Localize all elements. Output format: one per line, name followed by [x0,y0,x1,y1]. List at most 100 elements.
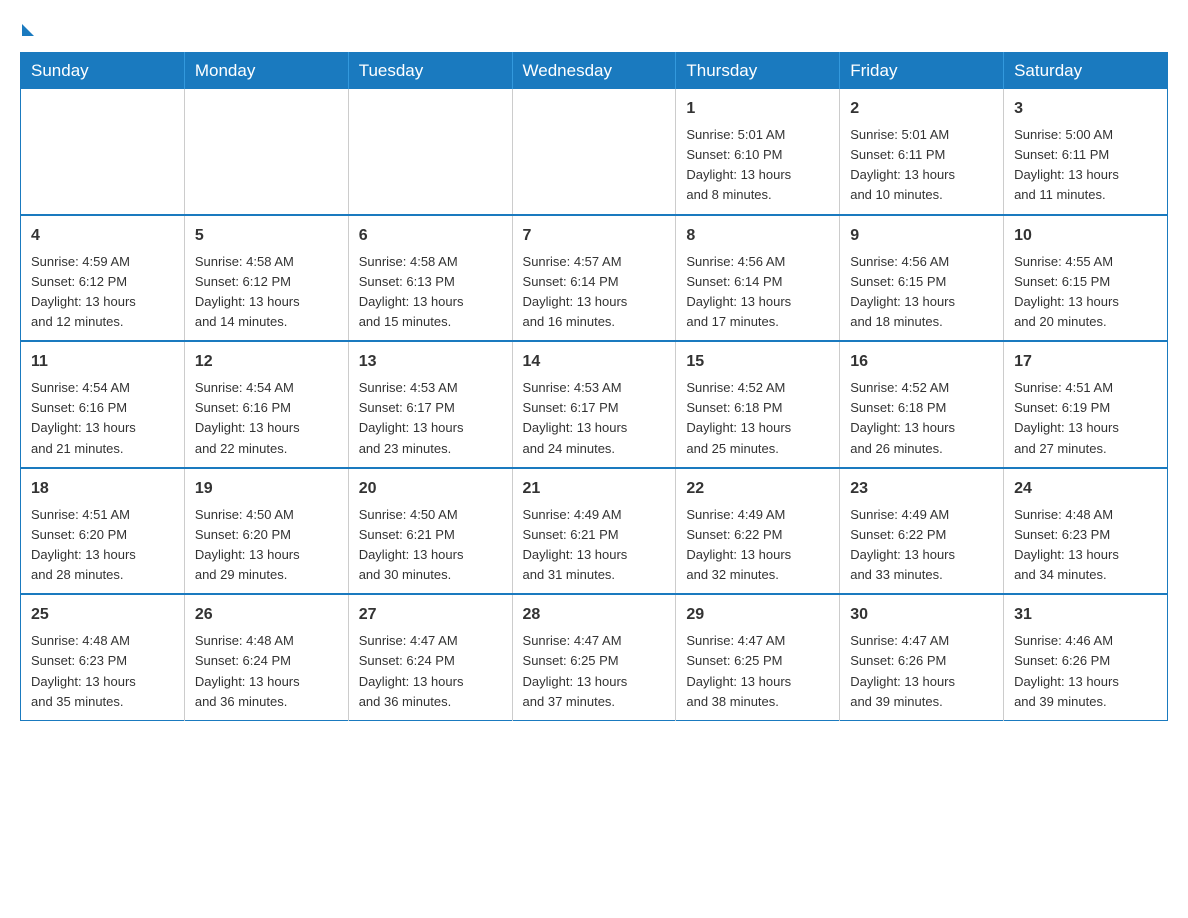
calendar-cell: 7Sunrise: 4:57 AM Sunset: 6:14 PM Daylig… [512,215,676,342]
logo-arrow-icon [22,24,34,36]
day-info-text: Sunrise: 4:58 AM Sunset: 6:12 PM Dayligh… [195,252,338,333]
day-info-text: Sunrise: 4:55 AM Sunset: 6:15 PM Dayligh… [1014,252,1157,333]
calendar-cell: 12 Sunrise: 4:54 AM Sunset: 6:16 PM Dayli… [184,341,348,468]
day-info-text: Sunrise: 4:50 AM Sunset: 6:21 PM Dayligh… [359,505,502,586]
day-of-week-header: Sunday [21,53,185,90]
calendar-cell: 22 Sunrise: 4:49 AM Sunset: 6:22 PM Dayli… [676,468,840,595]
day-of-week-header: Friday [840,53,1004,90]
day-number: 5 [195,224,338,248]
calendar-cell [184,89,348,215]
calendar-cell: 1 Sunrise: 5:01 AM Sunset: 6:10 PM Daylig… [676,89,840,215]
day-info-text: Sunrise: 4:56 AM Sunset: 6:15 PM Dayligh… [850,252,993,333]
logo [20,20,34,32]
calendar-cell: 21Sunrise: 4:49 AM Sunset: 6:21 PM Dayli… [512,468,676,595]
day-info-text: Sunrise: 5:01 AM Sunset: 6:11 PM Dayligh… [850,125,993,206]
day-info-text: Sunrise: 4:49 AM Sunset: 6:22 PM Dayligh… [686,505,829,586]
calendar-cell: 19 Sunrise: 4:50 AM Sunset: 6:20 PM Dayli… [184,468,348,595]
calendar-table: SundayMondayTuesdayWednesdayThursdayFrid… [20,52,1168,721]
day-info-text: Sunrise: 5:01 AM Sunset: 6:10 PM Dayligh… [686,125,829,206]
day-of-week-header: Thursday [676,53,840,90]
day-info-text: Sunrise: 4:46 AM Sunset: 6:26 PM Dayligh… [1014,631,1157,712]
day-number: 19 [195,477,338,501]
day-number: 17 [1014,350,1157,374]
day-number: 13 [359,350,502,374]
calendar-cell: 6 Sunrise: 4:58 AM Sunset: 6:13 PM Daylig… [348,215,512,342]
day-number: 22 [686,477,829,501]
day-number: 6 [359,224,502,248]
day-number: 24 [1014,477,1157,501]
calendar-cell: 17Sunrise: 4:51 AM Sunset: 6:19 PM Dayli… [1004,341,1168,468]
day-info-text: Sunrise: 4:50 AM Sunset: 6:20 PM Dayligh… [195,505,338,586]
day-number: 26 [195,603,338,627]
calendar-header-row: SundayMondayTuesdayWednesdayThursdayFrid… [21,53,1168,90]
day-number: 12 [195,350,338,374]
day-number: 29 [686,603,829,627]
calendar-cell: 9 Sunrise: 4:56 AM Sunset: 6:15 PM Daylig… [840,215,1004,342]
day-number: 1 [686,97,829,121]
day-info-text: Sunrise: 4:49 AM Sunset: 6:21 PM Dayligh… [523,505,666,586]
calendar-week-row: 25Sunrise: 4:48 AM Sunset: 6:23 PM Dayli… [21,594,1168,720]
calendar-cell: 30 Sunrise: 4:47 AM Sunset: 6:26 PM Dayli… [840,594,1004,720]
day-number: 8 [686,224,829,248]
calendar-week-row: 11Sunrise: 4:54 AM Sunset: 6:16 PM Dayli… [21,341,1168,468]
day-number: 30 [850,603,993,627]
calendar-cell [348,89,512,215]
calendar-cell: 29 Sunrise: 4:47 AM Sunset: 6:25 PM Dayli… [676,594,840,720]
day-of-week-header: Tuesday [348,53,512,90]
calendar-cell [21,89,185,215]
day-info-text: Sunrise: 4:48 AM Sunset: 6:24 PM Dayligh… [195,631,338,712]
day-info-text: Sunrise: 4:48 AM Sunset: 6:23 PM Dayligh… [1014,505,1157,586]
day-number: 14 [523,350,666,374]
day-info-text: Sunrise: 4:57 AM Sunset: 6:14 PM Dayligh… [523,252,666,333]
day-info-text: Sunrise: 4:49 AM Sunset: 6:22 PM Dayligh… [850,505,993,586]
calendar-cell: 24 Sunrise: 4:48 AM Sunset: 6:23 PM Dayli… [1004,468,1168,595]
calendar-cell: 4Sunrise: 4:59 AM Sunset: 6:12 PM Daylig… [21,215,185,342]
calendar-cell: 8 Sunrise: 4:56 AM Sunset: 6:14 PM Daylig… [676,215,840,342]
day-number: 28 [523,603,666,627]
day-info-text: Sunrise: 4:47 AM Sunset: 6:25 PM Dayligh… [686,631,829,712]
calendar-cell: 25Sunrise: 4:48 AM Sunset: 6:23 PM Dayli… [21,594,185,720]
day-number: 4 [31,224,174,248]
calendar-cell: 15 Sunrise: 4:52 AM Sunset: 6:18 PM Dayli… [676,341,840,468]
calendar-cell: 26 Sunrise: 4:48 AM Sunset: 6:24 PM Dayli… [184,594,348,720]
calendar-cell [512,89,676,215]
day-info-text: Sunrise: 4:51 AM Sunset: 6:20 PM Dayligh… [31,505,174,586]
day-of-week-header: Wednesday [512,53,676,90]
calendar-cell: 14 Sunrise: 4:53 AM Sunset: 6:17 PM Dayli… [512,341,676,468]
day-info-text: Sunrise: 4:47 AM Sunset: 6:25 PM Dayligh… [523,631,666,712]
day-info-text: Sunrise: 4:58 AM Sunset: 6:13 PM Dayligh… [359,252,502,333]
calendar-cell: 11Sunrise: 4:54 AM Sunset: 6:16 PM Dayli… [21,341,185,468]
day-info-text: Sunrise: 5:00 AM Sunset: 6:11 PM Dayligh… [1014,125,1157,206]
calendar-cell: 27 Sunrise: 4:47 AM Sunset: 6:24 PM Dayli… [348,594,512,720]
day-number: 16 [850,350,993,374]
day-number: 25 [31,603,174,627]
day-number: 20 [359,477,502,501]
day-info-text: Sunrise: 4:47 AM Sunset: 6:24 PM Dayligh… [359,631,502,712]
day-number: 9 [850,224,993,248]
calendar-cell: 20 Sunrise: 4:50 AM Sunset: 6:21 PM Dayli… [348,468,512,595]
calendar-cell: 10Sunrise: 4:55 AM Sunset: 6:15 PM Dayli… [1004,215,1168,342]
calendar-cell: 23 Sunrise: 4:49 AM Sunset: 6:22 PM Dayli… [840,468,1004,595]
day-info-text: Sunrise: 4:53 AM Sunset: 6:17 PM Dayligh… [359,378,502,459]
day-info-text: Sunrise: 4:52 AM Sunset: 6:18 PM Dayligh… [686,378,829,459]
calendar-cell: 5 Sunrise: 4:58 AM Sunset: 6:12 PM Daylig… [184,215,348,342]
day-number: 15 [686,350,829,374]
calendar-cell: 2 Sunrise: 5:01 AM Sunset: 6:11 PM Daylig… [840,89,1004,215]
day-number: 18 [31,477,174,501]
calendar-cell: 18 Sunrise: 4:51 AM Sunset: 6:20 PM Dayli… [21,468,185,595]
day-info-text: Sunrise: 4:53 AM Sunset: 6:17 PM Dayligh… [523,378,666,459]
page-header [20,20,1168,32]
day-info-text: Sunrise: 4:52 AM Sunset: 6:18 PM Dayligh… [850,378,993,459]
calendar-cell: 3Sunrise: 5:00 AM Sunset: 6:11 PM Daylig… [1004,89,1168,215]
calendar-cell: 13 Sunrise: 4:53 AM Sunset: 6:17 PM Dayli… [348,341,512,468]
logo-top [20,20,34,36]
day-number: 31 [1014,603,1157,627]
day-of-week-header: Saturday [1004,53,1168,90]
day-number: 23 [850,477,993,501]
calendar-cell: 31 Sunrise: 4:46 AM Sunset: 6:26 PM Dayli… [1004,594,1168,720]
day-info-text: Sunrise: 4:56 AM Sunset: 6:14 PM Dayligh… [686,252,829,333]
day-number: 2 [850,97,993,121]
day-info-text: Sunrise: 4:54 AM Sunset: 6:16 PM Dayligh… [195,378,338,459]
day-info-text: Sunrise: 4:47 AM Sunset: 6:26 PM Dayligh… [850,631,993,712]
day-number: 27 [359,603,502,627]
